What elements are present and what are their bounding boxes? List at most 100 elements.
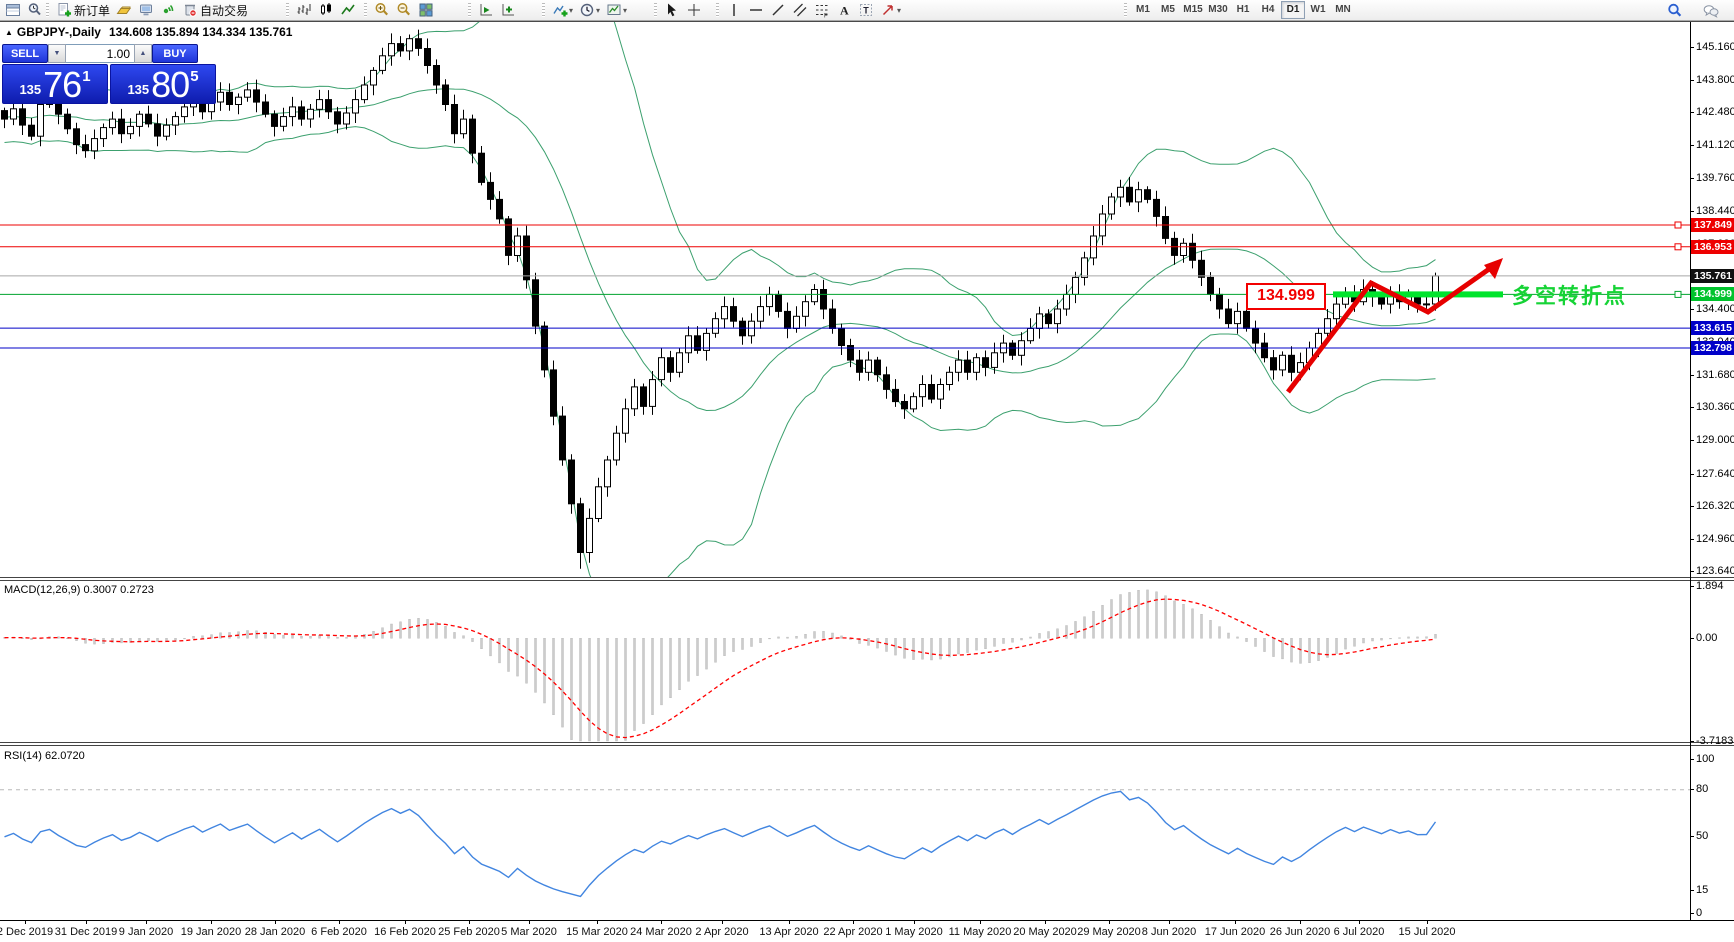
periods-dropdown-icon[interactable]: ▾ (596, 6, 600, 15)
date-axis[interactable]: 2 Dec 2019 31 Dec 2019 9 Jan 2020 19 Jan 20… (0, 920, 1734, 942)
zoom-in-icon (375, 3, 388, 16)
timeframe-w1-button[interactable]: W1 (1306, 1, 1330, 19)
price-tick-tick (1690, 211, 1694, 212)
search-button[interactable] (1664, 1, 1686, 21)
price-annotation-box[interactable]: 134.999 (1246, 283, 1326, 310)
timeframe-h4-button[interactable]: H4 (1256, 1, 1280, 19)
timeframe-h1-button[interactable]: H1 (1231, 1, 1255, 19)
bar-chart-mode-button[interactable] (293, 0, 315, 20)
market-watch-button[interactable] (24, 0, 46, 20)
virtual-hosting-button[interactable] (135, 0, 157, 20)
chat-button[interactable] (1700, 1, 1722, 21)
charts-window-button[interactable] (2, 0, 24, 20)
date-tick (1427, 921, 1428, 924)
rsi-tick-tick (1690, 836, 1694, 837)
timeframe-m1-button[interactable]: M1 (1131, 1, 1155, 19)
chat-icon (1703, 5, 1719, 18)
indicators-list-dropdown-icon[interactable]: ▾ (569, 6, 573, 15)
toolbar-group-handle[interactable] (654, 3, 657, 17)
timeframe-d1-button[interactable]: D1 (1281, 1, 1305, 19)
timeframe-m5-button[interactable]: M5 (1156, 1, 1180, 19)
date-label: 25 Feb 2020 (438, 926, 500, 938)
zoom-in-button[interactable] (371, 0, 393, 20)
date-label: 6 Jul 2020 (1333, 926, 1385, 938)
sell-price-pip: 1 (82, 68, 91, 85)
equidistant-channel-icon (793, 3, 807, 17)
volume-increase-button[interactable]: ▲ (134, 44, 152, 63)
cursor-button[interactable] (661, 0, 683, 20)
macd-tick-tick (1690, 586, 1694, 587)
volume-decrease-button[interactable]: ▼ (48, 44, 66, 63)
tile-windows-button[interactable] (415, 0, 437, 20)
periods-button[interactable]: ▾ (576, 0, 603, 20)
buy-price-main: 80 (151, 64, 190, 105)
macd-indicator-canvas[interactable] (0, 581, 1690, 742)
price-tick: 139.760 (1696, 172, 1734, 184)
price-level-badge: 135.761 (1691, 269, 1734, 283)
rsi-tick: 0 (1696, 907, 1703, 919)
toolbar-group-handle[interactable] (468, 3, 471, 17)
history-center-button[interactable] (113, 0, 135, 20)
price-tick-tick (1690, 80, 1694, 81)
macd-svg[interactable] (0, 581, 1690, 742)
price-chart-svg[interactable] (0, 22, 1690, 578)
trendline-button[interactable] (767, 0, 789, 20)
rsi-tick-tick (1690, 890, 1694, 891)
zoom-out-button[interactable] (393, 0, 415, 20)
chart-note-text[interactable]: 多空转折点 (1512, 280, 1627, 310)
timeframe-mn-button[interactable]: MN (1331, 1, 1355, 19)
templates-button[interactable]: ▾ (603, 0, 630, 20)
rsi-tick: 100 (1696, 753, 1715, 765)
date-label: 28 Jan 2020 (244, 926, 306, 938)
volume-input[interactable] (66, 44, 134, 63)
fibonacci-retracement-button[interactable]: F (811, 0, 833, 20)
toolbar-group (2, 0, 46, 20)
one-click-toggle-icon[interactable]: ▲ (5, 28, 13, 37)
timeframe-m30-button[interactable]: M30 (1206, 1, 1230, 19)
toolbar-group-handle[interactable] (716, 3, 719, 17)
price-tick: 131.680 (1696, 369, 1734, 381)
line-chart-mode-button[interactable] (337, 0, 359, 20)
date-label: 15 Mar 2020 (566, 926, 628, 938)
chart-shift-button[interactable] (497, 0, 519, 20)
text-label-button[interactable]: T (855, 0, 877, 20)
auto-scroll-button[interactable] (475, 0, 497, 20)
timeframe-m15-button[interactable]: M15 (1181, 1, 1205, 19)
sell-button[interactable]: SELL (2, 44, 48, 63)
toolbar-group-handle[interactable] (1124, 3, 1127, 17)
buy-button[interactable]: BUY (152, 44, 198, 63)
arrow-tools-dropdown-icon[interactable]: ▾ (897, 6, 901, 15)
templates-icon (607, 4, 621, 15)
price-tick-tick (1690, 112, 1694, 113)
vertical-line-button[interactable] (723, 0, 745, 20)
charts-window-icon (6, 4, 20, 16)
sell-price-panel[interactable]: 135 76 1 (2, 64, 108, 104)
toolbar-group (364, 0, 437, 20)
price-tick: 145.160 (1696, 41, 1734, 53)
toolbar-group-handle[interactable] (364, 3, 367, 17)
toolbar-group-handle[interactable] (286, 3, 289, 17)
new-order-button[interactable]: 新订单 (53, 0, 113, 20)
equidistant-channel-button[interactable] (789, 0, 811, 20)
arrow-tools-button[interactable]: ▾ (877, 0, 904, 20)
date-label: 2 Apr 2020 (695, 926, 749, 938)
buy-price-panel[interactable]: 135 80 5 (110, 64, 216, 104)
horizontal-line-button[interactable] (745, 0, 767, 20)
crosshair-button[interactable] (683, 0, 705, 20)
price-chart-canvas[interactable] (0, 22, 1690, 578)
horizontal-line-icon (750, 9, 762, 11)
rsi-svg[interactable] (0, 746, 1690, 920)
templates-dropdown-icon[interactable]: ▾ (623, 6, 627, 15)
date-tick (529, 921, 530, 924)
price-tick: 141.120 (1696, 139, 1734, 151)
toolbar-group-handle[interactable] (542, 3, 545, 17)
price-tick: 129.000 (1696, 434, 1734, 446)
toolbar-group-handle[interactable] (46, 3, 49, 17)
indicators-list-button[interactable]: ▾ (549, 0, 576, 20)
text-button[interactable]: A (833, 0, 855, 20)
candlestick-mode-button[interactable] (315, 0, 337, 20)
rsi-indicator-canvas[interactable] (0, 746, 1690, 920)
signals-button[interactable] (157, 0, 179, 20)
date-label: 8 Jun 2020 (1141, 926, 1197, 938)
auto-trading-button[interactable]: 自动交易 (179, 0, 251, 20)
